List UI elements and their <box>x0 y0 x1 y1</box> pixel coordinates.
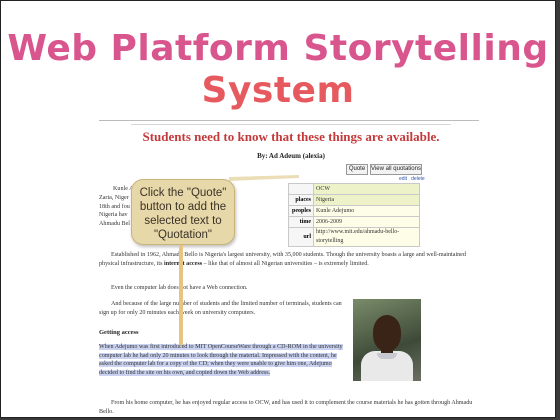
page-byline: By: Ad Adeum (alexia) <box>257 152 325 160</box>
meta-value[interactable]: Nigeria <box>313 194 420 206</box>
slide-title-line1: Web Platform Storytelling <box>7 28 549 69</box>
section-heading: Getting access <box>99 329 139 336</box>
paragraph: Established in 1962, Ahmadu Bello is Nig… <box>99 252 466 267</box>
table-row: peoples Kunle Adejumo <box>288 205 420 217</box>
selected-paragraph[interactable]: When Adejumo was first introduced to MIT… <box>99 343 351 377</box>
quote-links: edit delete <box>399 176 429 182</box>
divider <box>99 120 479 121</box>
meta-value[interactable]: OCW <box>313 183 420 195</box>
callout-arrow <box>179 245 183 345</box>
meta-key: time <box>288 216 314 228</box>
page-headline: Students need to know that these things … <box>142 129 440 144</box>
meta-value[interactable]: http://www.mit.edu/ahmadu-bello-storytel… <box>313 227 420 247</box>
quote-button[interactable]: Quote <box>346 164 368 175</box>
table-row: OCW <box>288 183 420 195</box>
slide: Web Platform Storytelling System Student… <box>0 0 556 418</box>
metadata-table: OCW places Nigeria peoples Kunle Adejumo t… <box>288 183 420 247</box>
table-row: time 2006-2009 <box>288 216 420 228</box>
divider <box>131 124 451 125</box>
annotation-callout: Click the "Quote" button to add the sele… <box>131 179 235 245</box>
selected-text[interactable]: When Adejumo was first introduced to MIT… <box>99 344 343 376</box>
table-row: url http://www.mit.edu/ahmadu-bello-story… <box>288 227 420 247</box>
edit-link[interactable]: edit <box>399 176 407 182</box>
meta-key <box>288 183 314 195</box>
slide-title-line2: System <box>201 70 355 111</box>
meta-value[interactable]: 2006-2009 <box>313 216 420 228</box>
portrait-photo <box>353 299 421 381</box>
paragraph: Even the computer lab does not have a We… <box>111 285 248 291</box>
meta-key: peoples <box>288 205 314 217</box>
delete-link[interactable]: delete <box>411 176 425 182</box>
paragraph: From his home computer, he has enjoyed r… <box>99 400 473 415</box>
meta-key: url <box>288 227 314 247</box>
meta-key: places <box>288 194 314 206</box>
intro-text: Zaria, Niger 18th and fou Nigeria hav Ah… <box>99 195 130 227</box>
table-row: places Nigeria <box>288 194 420 206</box>
callout-pointer <box>229 175 299 181</box>
meta-value[interactable]: Kunle Adejumo <box>313 205 420 217</box>
view-quotations-button[interactable]: View all quotations <box>370 164 422 175</box>
paragraph: And because of the large number of stude… <box>99 301 342 316</box>
